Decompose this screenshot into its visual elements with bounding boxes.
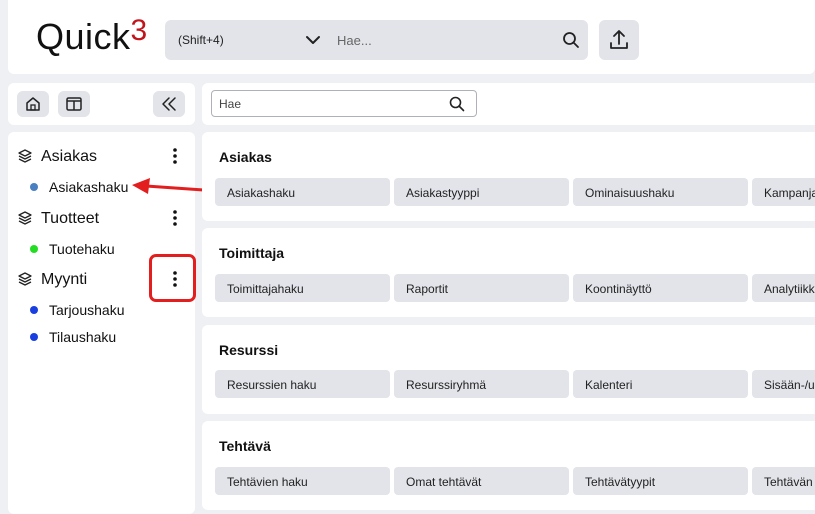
section-link[interactable]: Tehtävien haku <box>215 467 390 495</box>
section-link[interactable]: Asiakashaku <box>215 178 390 206</box>
status-dot <box>30 333 38 341</box>
export-icon <box>610 30 628 49</box>
search-icon[interactable] <box>561 30 581 50</box>
section-link[interactable]: Resurssien haku <box>215 370 390 398</box>
section-link[interactable]: Koontinäyttö <box>573 274 748 302</box>
content-search-input[interactable] <box>219 96 429 112</box>
section-link[interactable]: Raportit <box>394 274 569 302</box>
app-logo[interactable]: Quick3 <box>36 14 148 58</box>
home-icon <box>26 97 40 111</box>
section-title: Resurssi <box>219 342 279 358</box>
section-link[interactable]: Asiakastyyppi <box>394 178 569 206</box>
kebab-menu-icon[interactable] <box>172 209 178 227</box>
section-link[interactable]: Kampanja <box>752 178 815 206</box>
search-scope-select[interactable]: (Shift+4) <box>178 33 224 47</box>
layers-icon <box>18 149 32 163</box>
section-link[interactable]: Analytiikk <box>752 274 815 302</box>
section-link[interactable]: Sisään-/u <box>752 370 815 398</box>
sidebar-group-tuotteet[interactable]: Tuotteet <box>41 210 99 228</box>
section-link[interactable]: Omat tehtävät <box>394 467 569 495</box>
section-link[interactable]: Kalenteri <box>573 370 748 398</box>
global-search-input[interactable] <box>337 31 537 49</box>
section-title: Tehtävä <box>219 438 271 454</box>
content-search-box <box>211 90 477 117</box>
sidebar-item-tarjoushaku[interactable]: Tarjoushaku <box>49 302 125 318</box>
sidebar-group-asiakas[interactable]: Asiakas <box>41 148 97 166</box>
section-title: Asiakas <box>219 149 272 165</box>
sidebar-item-tuotehaku[interactable]: Tuotehaku <box>49 241 115 257</box>
columns-layout-icon <box>66 97 82 111</box>
collapse-sidebar-button[interactable] <box>153 91 185 117</box>
home-button[interactable] <box>17 91 49 117</box>
highlight-box <box>149 254 196 302</box>
sidebar-item-tilaushaku[interactable]: Tilaushaku <box>49 329 116 345</box>
search-icon[interactable] <box>448 95 466 113</box>
status-dot <box>30 306 38 314</box>
section-link[interactable]: Ominaisuushaku <box>573 178 748 206</box>
section-link[interactable]: Tehtävän <box>752 467 815 495</box>
sidebar-group-myynti[interactable]: Myynti <box>41 271 87 289</box>
collapse-double-chevron-icon <box>162 97 176 111</box>
section-link[interactable]: Toimittajahaku <box>215 274 390 302</box>
layers-icon <box>18 211 32 225</box>
section-card <box>202 421 815 510</box>
layout-toggle-button[interactable] <box>58 91 90 117</box>
section-title: Toimittaja <box>219 245 285 261</box>
kebab-menu-icon[interactable] <box>172 147 178 165</box>
export-button[interactable] <box>599 20 639 60</box>
chevron-down-icon[interactable] <box>303 30 323 50</box>
sidebar-item-asiakashaku[interactable]: Asiakashaku <box>49 179 128 195</box>
section-link[interactable]: Resurssiryhmä <box>394 370 569 398</box>
section-link[interactable]: Tehtävätyypit <box>573 467 748 495</box>
layers-icon <box>18 272 32 286</box>
section-card <box>202 228 815 317</box>
section-card <box>202 132 815 221</box>
status-dot <box>30 183 38 191</box>
status-dot <box>30 245 38 253</box>
